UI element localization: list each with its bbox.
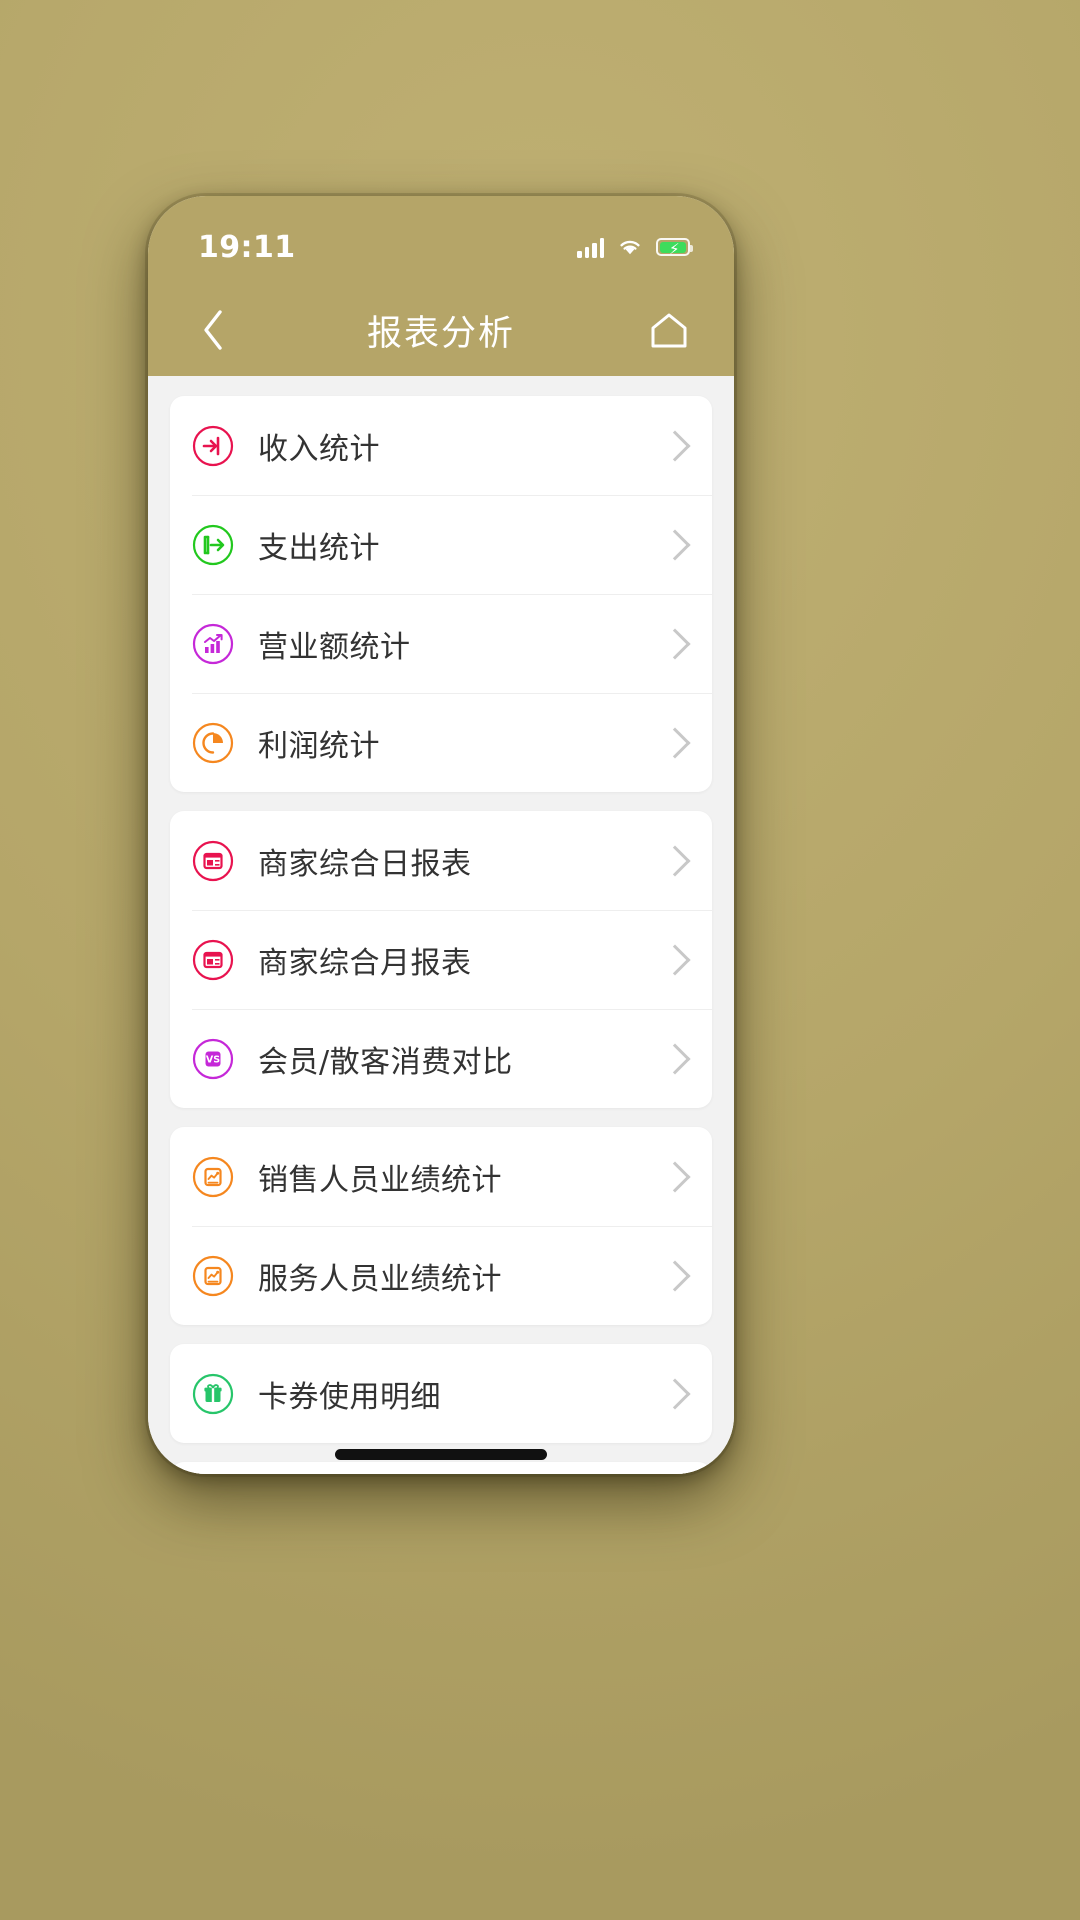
list-item[interactable]: 服务人员业绩统计 — [170, 1226, 712, 1325]
status-bar: 19:11 ⚡ — [148, 196, 734, 284]
list-item-label: 利润统计 — [258, 728, 380, 764]
monthly-report-icon — [192, 939, 234, 981]
daily-report-icon — [192, 840, 234, 882]
list-item[interactable]: 商家综合日报表 — [170, 811, 712, 910]
list-item-label: 服务人员业绩统计 — [258, 1261, 502, 1297]
list-item[interactable]: 卡券使用明细 — [170, 1344, 712, 1443]
pie-chart-icon — [192, 722, 234, 764]
sales-performance-icon — [192, 1156, 234, 1198]
back-button[interactable] — [182, 299, 244, 361]
report-group: 收入统计 支出统计 营业额统计 利润统计 — [170, 396, 712, 792]
chevron-right-icon — [659, 844, 691, 877]
chevron-right-icon — [659, 528, 691, 561]
list-item[interactable]: 营业额统计 — [170, 594, 712, 693]
list-item-label: 商家综合月报表 — [258, 945, 472, 981]
report-group: 商家综合日报表 商家综合月报表 VS 会员/散客消费对比 — [170, 811, 712, 1108]
phone-device: 19:11 ⚡ 报表分析 收入统计 支出统计 营业额统计 利润统计 商家综合日报… — [148, 196, 734, 1474]
status-time: 19:11 — [198, 229, 296, 265]
report-group: 卡券使用明细 — [170, 1344, 712, 1443]
list-item-label: 支出统计 — [258, 530, 380, 566]
list-item[interactable]: VS 会员/散客消费对比 — [170, 1009, 712, 1108]
list-item[interactable]: 利润统计 — [170, 693, 712, 792]
chevron-right-icon — [659, 726, 691, 759]
bar-chart-growth-icon — [192, 623, 234, 665]
chevron-right-icon — [659, 1259, 691, 1292]
vs-compare-icon: VS — [192, 1038, 234, 1080]
chevron-left-icon — [204, 310, 222, 350]
home-button[interactable] — [638, 299, 700, 361]
expense-arrow-out-icon — [192, 524, 234, 566]
gift-voucher-icon — [192, 1373, 234, 1415]
service-performance-icon — [192, 1255, 234, 1297]
home-indicator — [335, 1449, 547, 1460]
chevron-right-icon — [659, 429, 691, 462]
status-indicators: ⚡ — [577, 237, 693, 258]
svg-text:VS: VS — [206, 1054, 220, 1065]
report-group: 积分兑换明细 — [170, 1462, 712, 1474]
list-item[interactable]: 商家综合月报表 — [170, 910, 712, 1009]
list-item[interactable]: 支出统计 — [170, 495, 712, 594]
wifi-icon — [617, 237, 643, 257]
chevron-right-icon — [659, 943, 691, 976]
report-list[interactable]: 收入统计 支出统计 营业额统计 利润统计 商家综合日报表 商家综合月报表 VS … — [148, 376, 734, 1474]
list-item-label: 营业额统计 — [258, 629, 411, 665]
battery-charging-icon: ⚡ — [656, 238, 693, 257]
chevron-right-icon — [659, 1042, 691, 1075]
report-group: 销售人员业绩统计 服务人员业绩统计 — [170, 1127, 712, 1325]
list-item[interactable]: 收入统计 — [170, 396, 712, 495]
home-icon — [651, 313, 687, 348]
navigation-bar: 报表分析 — [148, 284, 734, 376]
cellular-signal-icon — [577, 237, 604, 258]
list-item-label: 会员/散客消费对比 — [258, 1044, 513, 1080]
chevron-right-icon — [659, 1160, 691, 1193]
list-item-label: 卡券使用明细 — [258, 1379, 441, 1415]
list-item-label: 商家综合日报表 — [258, 846, 472, 882]
list-item[interactable]: 积分兑换明细 — [170, 1462, 712, 1474]
list-item-label: 销售人员业绩统计 — [258, 1162, 502, 1198]
chevron-right-icon — [659, 627, 691, 660]
list-item[interactable]: 销售人员业绩统计 — [170, 1127, 712, 1226]
income-arrow-in-icon — [192, 425, 234, 467]
chevron-right-icon — [659, 1377, 691, 1410]
list-item-label: 收入统计 — [258, 431, 380, 467]
